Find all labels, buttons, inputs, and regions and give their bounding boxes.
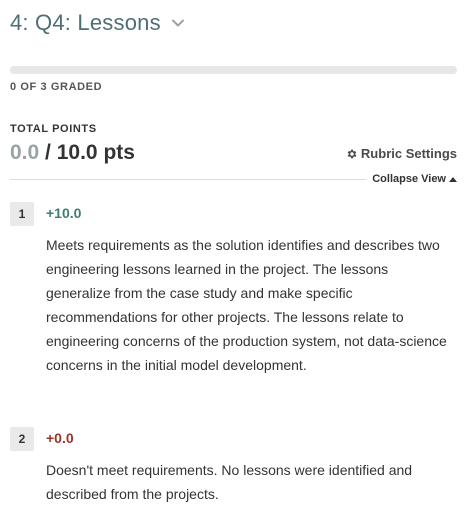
rubric-item-key: 2 bbox=[10, 427, 34, 451]
points-current: 0.0 bbox=[10, 141, 40, 164]
grading-progress-bar bbox=[10, 66, 457, 74]
gear-icon bbox=[347, 149, 357, 158]
rubric-item-key: 1 bbox=[10, 202, 34, 226]
points-total: 10.0 pts bbox=[56, 141, 135, 164]
total-points-value: 0.0 / 10.0 pts bbox=[10, 141, 135, 165]
total-points-label: TOTAL POINTS bbox=[10, 123, 97, 135]
chevron-down-icon[interactable] bbox=[171, 16, 185, 30]
collapse-view-label: Collapse View bbox=[372, 173, 446, 185]
rubric-settings-button[interactable]: Rubric Settings bbox=[346, 146, 457, 161]
rubric-settings-label: Rubric Settings bbox=[360, 146, 457, 161]
collapse-view-button[interactable]: Collapse View bbox=[366, 173, 457, 185]
rubric-item-points: +0.0 bbox=[46, 430, 74, 446]
question-title: 4: Q4: Lessons bbox=[10, 10, 161, 35]
points-separator: / bbox=[45, 141, 51, 164]
graded-count: 0 OF 3 GRADED bbox=[10, 81, 103, 93]
rubric-item-points: +10.0 bbox=[46, 205, 82, 221]
rubric-item-description: Meets requirements as the solution ident… bbox=[46, 237, 447, 373]
rubric-item-description: Doesn't meet requirements. No lessons we… bbox=[46, 462, 413, 502]
question-header: 4: Q4: Lessons bbox=[10, 10, 185, 36]
caret-up-icon bbox=[449, 176, 457, 182]
